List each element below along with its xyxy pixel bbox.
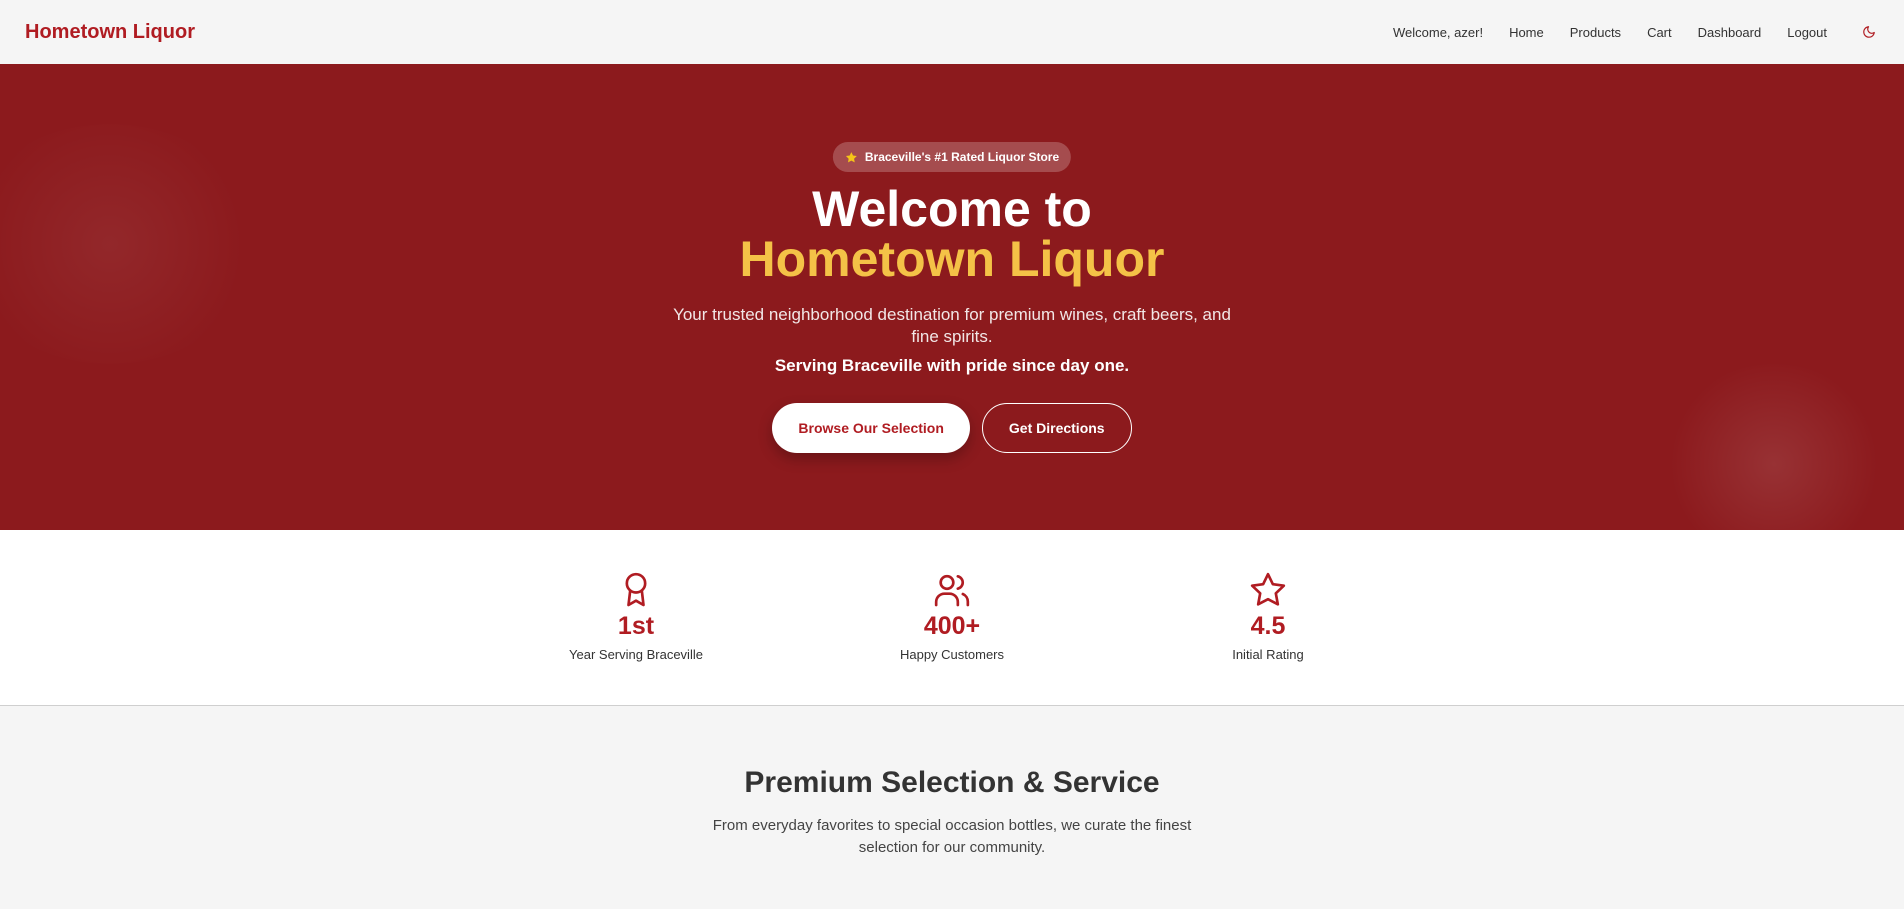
- stat-item: 1st Year Serving Braceville: [478, 530, 794, 705]
- stat-item: 4.5 Initial Rating: [1110, 530, 1426, 705]
- stat-value: 400+: [923, 612, 981, 640]
- star-icon: [845, 151, 857, 162]
- stats-section: 1st Year Serving Braceville 400+ Happy C…: [0, 530, 1904, 706]
- nav-home[interactable]: Home: [1509, 25, 1544, 40]
- main-nav: Welcome, azer! Home Products Cart Dashbo…: [1393, 22, 1879, 42]
- welcome-text: Welcome, azer!: [1392, 24, 1484, 40]
- moon-icon: [1863, 26, 1875, 38]
- hero-title-line1: Welcome to: [812, 181, 1092, 237]
- section-description: From everyday favorites to special occas…: [712, 817, 1192, 856]
- stat-value: 4.5: [1250, 612, 1286, 640]
- hero-title-line2: Hometown Liquor: [739, 231, 1165, 287]
- hero-tagline: Serving Braceville with pride since day …: [774, 356, 1130, 375]
- section-title: Premium Selection & Service: [744, 766, 1160, 799]
- stat-label: Initial Rating: [1232, 647, 1304, 662]
- rating-badge-text: Braceville's #1 Rated Liquor Store: [864, 150, 1060, 164]
- browse-selection-button[interactable]: Browse Our Selection: [772, 403, 970, 453]
- star-icon: [1250, 572, 1286, 606]
- users-icon: [934, 574, 970, 607]
- stat-label: Year Serving Braceville: [569, 647, 703, 662]
- stat-label: Happy Customers: [899, 647, 1005, 662]
- top-navbar: Hometown Liquor Welcome, azer! Home Prod…: [0, 0, 1904, 64]
- hero-actions: Browse Our Selection Get Directions: [0, 403, 1904, 453]
- nav-dashboard[interactable]: Dashboard: [1698, 25, 1762, 40]
- hero-section: Braceville's #1 Rated Liquor Store Welco…: [0, 64, 1904, 530]
- nav-products[interactable]: Products: [1570, 25, 1621, 40]
- theme-toggle-button[interactable]: [1859, 22, 1879, 42]
- award-icon: [625, 572, 647, 607]
- nav-cart[interactable]: Cart: [1647, 25, 1672, 40]
- nav-logout[interactable]: Logout: [1787, 25, 1827, 40]
- rating-badge: Braceville's #1 Rated Liquor Store: [832, 142, 1072, 172]
- stat-item: 400+ Happy Customers: [794, 530, 1110, 705]
- premium-selection-section: Premium Selection & Service From everyda…: [0, 706, 1904, 859]
- stat-value: 1st: [617, 612, 655, 640]
- get-directions-button[interactable]: Get Directions: [981, 403, 1132, 453]
- hero-subtitle: Your trusted neighborhood destination fo…: [673, 305, 1231, 346]
- brand-logo-link[interactable]: Hometown Liquor: [25, 21, 195, 44]
